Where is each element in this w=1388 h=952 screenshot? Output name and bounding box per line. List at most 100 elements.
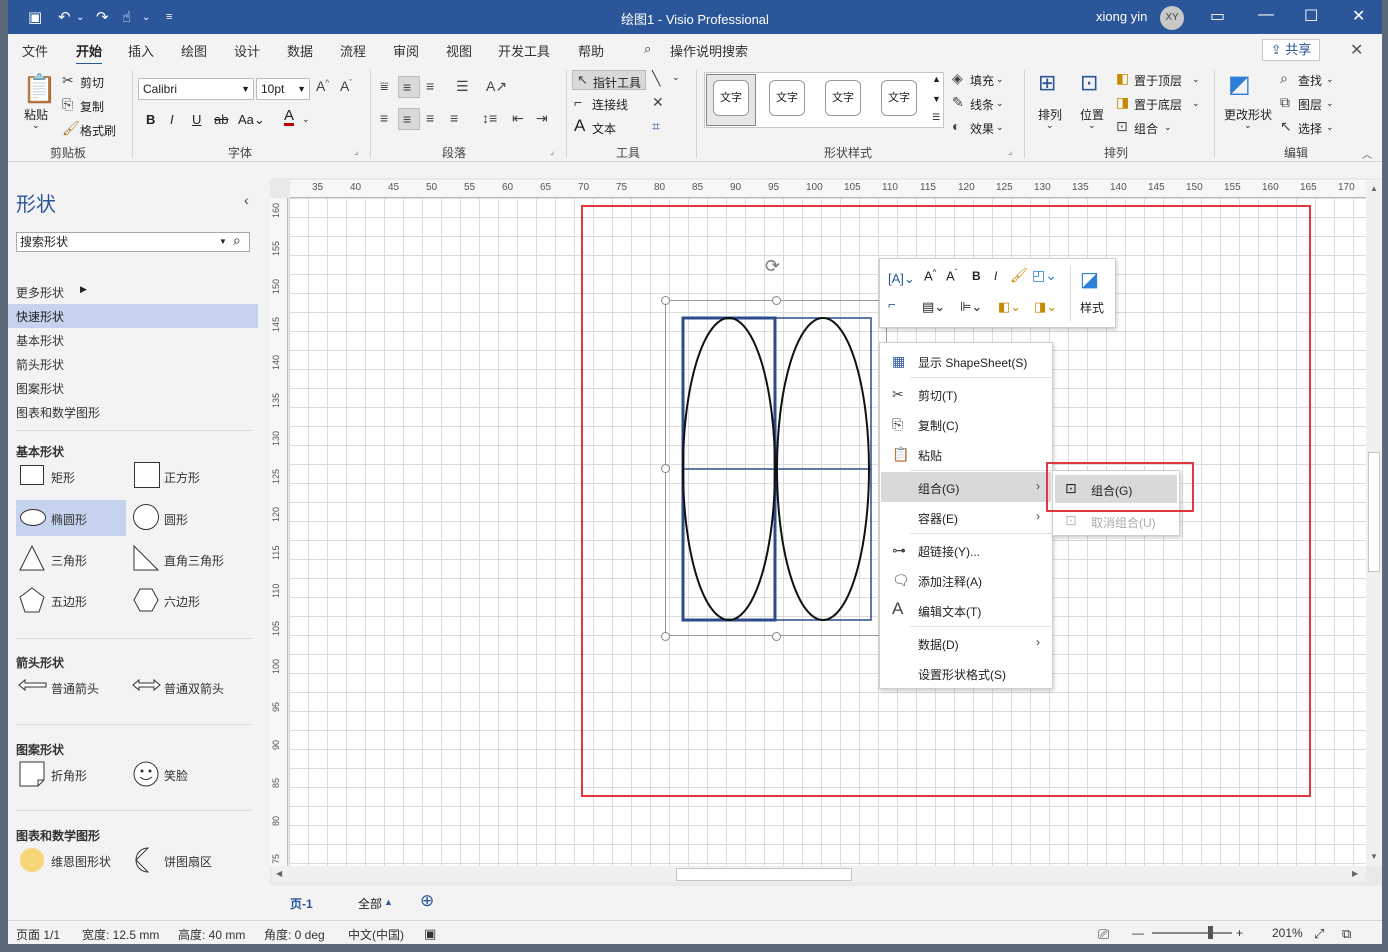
tab-process[interactable]: 流程 bbox=[340, 41, 366, 60]
menu-item-format-shape[interactable]: 设置形状格式(S) bbox=[918, 666, 1006, 683]
effects-icon[interactable]: ◐ bbox=[952, 118, 960, 134]
avatar[interactable]: XY bbox=[1160, 6, 1184, 30]
horizontal-scroll-thumb[interactable] bbox=[676, 868, 852, 881]
arrange-dropdown-icon[interactable]: ⌄ bbox=[1046, 120, 1054, 131]
bring-to-front-dropdown-icon[interactable]: ⌄ bbox=[1192, 74, 1200, 85]
style-icon[interactable]: ◪ bbox=[1080, 267, 1099, 292]
gallery-up-icon[interactable]: ▲ bbox=[932, 74, 941, 84]
align-shapes-icon[interactable]: ⊫⌄ bbox=[960, 299, 982, 315]
send-to-back-icon[interactable]: ◨ bbox=[1116, 94, 1129, 111]
zoom-out-icon[interactable]: — bbox=[1132, 926, 1144, 940]
tab-page-1[interactable]: 页-1 bbox=[290, 895, 313, 912]
menu-item-add-comment[interactable]: 添加注释(A) bbox=[918, 573, 982, 590]
layers-dropdown-icon[interactable]: ⌄ bbox=[1326, 98, 1334, 109]
simple-arrow-icon[interactable] bbox=[18, 678, 48, 692]
change-case-icon[interactable]: Aa⌄ bbox=[238, 112, 265, 128]
line-tool-icon[interactable]: ╲ bbox=[652, 70, 660, 87]
line-tool-dropdown-icon[interactable]: ⌄ bbox=[672, 72, 680, 83]
vertical-scrollbar[interactable]: ▲ ▼ bbox=[1366, 180, 1382, 866]
change-shape-dropdown-icon[interactable]: ⌄ bbox=[1244, 120, 1252, 131]
rectangle-shape[interactable] bbox=[16, 460, 50, 494]
folded-corner-icon[interactable] bbox=[18, 760, 46, 788]
position-icon[interactable]: ⊡ bbox=[1080, 70, 1098, 96]
triangle-icon[interactable] bbox=[18, 544, 46, 572]
tab-draw[interactable]: 绘图 bbox=[181, 41, 207, 60]
scroll-right-icon[interactable]: ▶ bbox=[1352, 869, 1358, 878]
tab-home[interactable]: 开始 bbox=[76, 41, 103, 66]
fill-dropdown-icon[interactable]: ⌄ bbox=[996, 74, 1004, 85]
menu-item-edit-text[interactable]: 编辑文本(T) bbox=[918, 603, 981, 620]
scroll-left-icon[interactable]: ◀ bbox=[276, 869, 282, 878]
gallery-more-icon[interactable]: ☰ bbox=[932, 112, 940, 123]
pie-slice-icon[interactable] bbox=[134, 846, 158, 874]
vertical-scroll-thumb[interactable] bbox=[1368, 452, 1380, 572]
justify-icon[interactable]: ≡ bbox=[450, 110, 458, 126]
tab-design[interactable]: 设计 bbox=[234, 41, 260, 60]
font-name-select[interactable]: Calibri ▼ bbox=[138, 78, 254, 100]
decrease-indent-icon[interactable]: ⇤ bbox=[512, 110, 524, 127]
tell-me-search[interactable]: 操作说明搜索 bbox=[670, 41, 748, 60]
shape-style-swatch-3[interactable]: 文字 bbox=[825, 80, 861, 116]
line-spacing-icon[interactable]: ↕≡ bbox=[482, 110, 497, 126]
pointer-tool-button[interactable]: ↖ 指针工具 bbox=[572, 70, 646, 90]
font-color-icon[interactable]: A bbox=[284, 108, 295, 126]
change-shape-icon[interactable]: ◩ bbox=[1228, 70, 1251, 99]
menu-item-container[interactable]: 容器(E) bbox=[918, 510, 958, 527]
find-icon[interactable]: ⌕ bbox=[1280, 70, 1288, 87]
add-page-icon[interactable]: ⊕ bbox=[420, 891, 434, 911]
cut-button[interactable]: 剪切 bbox=[80, 74, 104, 91]
menu-item-copy[interactable]: 复制(C) bbox=[918, 417, 959, 434]
stencil-quick-shapes[interactable]: 快速形状 bbox=[16, 308, 64, 325]
align-text-icon[interactable]: ▤⌄ bbox=[922, 299, 945, 315]
effects-button[interactable]: 效果 bbox=[970, 120, 994, 137]
group-icon[interactable]: ⊡ bbox=[1116, 118, 1128, 135]
zoom-in-icon[interactable]: + bbox=[1236, 926, 1243, 940]
connector-icon[interactable]: ⌐ bbox=[574, 94, 582, 110]
user-name[interactable]: xiong yin bbox=[1096, 9, 1147, 24]
italic-icon[interactable]: I bbox=[170, 112, 174, 127]
copy-button[interactable]: 复制 bbox=[80, 98, 104, 115]
all-pages-menu[interactable]: 全部 bbox=[358, 895, 382, 912]
text-tool-button[interactable]: 文本 bbox=[592, 120, 616, 137]
menu-item-paste[interactable]: 粘贴 bbox=[918, 447, 942, 464]
shape-style-swatch-2[interactable]: 文字 bbox=[769, 80, 805, 116]
paste-dropdown-icon[interactable]: ⌄ bbox=[32, 120, 40, 131]
group-button[interactable]: 组合 bbox=[1134, 120, 1158, 137]
bold-icon[interactable]: B bbox=[146, 112, 155, 127]
text-tool-icon[interactable]: A bbox=[574, 116, 585, 136]
gallery-down-icon[interactable]: ▼ bbox=[932, 94, 941, 104]
maximize-icon[interactable]: ☐ bbox=[1304, 6, 1318, 26]
line-dropdown-icon[interactable]: ⌄ bbox=[996, 98, 1004, 109]
bring-forward-icon[interactable]: ◧⌄ bbox=[998, 299, 1021, 315]
paste-icon[interactable]: 📋 bbox=[22, 72, 57, 105]
send-backward-icon[interactable]: ◨⌄ bbox=[1034, 299, 1057, 315]
paragraph-dialog-launcher-icon[interactable]: ⌟ bbox=[550, 146, 554, 157]
search-icon[interactable]: ⌕ bbox=[233, 231, 241, 249]
align-middle-button[interactable]: ≡ bbox=[398, 76, 420, 98]
tab-review[interactable]: 审阅 bbox=[393, 41, 419, 60]
search-dropdown-icon[interactable]: ▼ bbox=[219, 233, 227, 251]
menu-item-group[interactable]: 组合(G) bbox=[918, 480, 959, 497]
shape-styles-dialog-launcher-icon[interactable]: ⌟ bbox=[1008, 146, 1012, 157]
arrange-icon[interactable]: ⊞ bbox=[1038, 70, 1056, 96]
share-button[interactable]: ⇪ 共享 bbox=[1262, 39, 1320, 61]
stencil-arrow-shapes[interactable]: 箭头形状 bbox=[16, 356, 64, 373]
shape-style-swatch-1[interactable]: 文字 bbox=[713, 80, 749, 116]
hexagon-icon[interactable] bbox=[132, 586, 160, 614]
minimize-icon[interactable]: — bbox=[1258, 6, 1274, 24]
scroll-up-icon[interactable]: ▲ bbox=[1370, 184, 1378, 193]
line-button[interactable]: 线条 bbox=[970, 96, 994, 113]
search-icon[interactable]: ⌕ bbox=[644, 41, 651, 57]
group-dropdown-icon[interactable]: ⌄ bbox=[1164, 122, 1172, 133]
close-pane-icon[interactable]: ✕ bbox=[1350, 40, 1363, 60]
text-direction-icon[interactable]: A↗ bbox=[486, 78, 507, 95]
font-size-select[interactable]: 10pt ▼ bbox=[256, 78, 310, 100]
shrink-font-icon[interactable]: Aˇ bbox=[946, 268, 957, 283]
send-to-back-button[interactable]: 置于底层 bbox=[1134, 96, 1182, 113]
copy-icon[interactable]: ⎘ bbox=[62, 96, 73, 113]
connector-button[interactable]: 连接线 bbox=[592, 96, 628, 113]
circle-shape[interactable] bbox=[132, 502, 166, 536]
zoom-slider[interactable] bbox=[1152, 932, 1232, 934]
tab-view[interactable]: 视图 bbox=[446, 41, 472, 60]
double-arrow-icon[interactable] bbox=[132, 678, 162, 692]
